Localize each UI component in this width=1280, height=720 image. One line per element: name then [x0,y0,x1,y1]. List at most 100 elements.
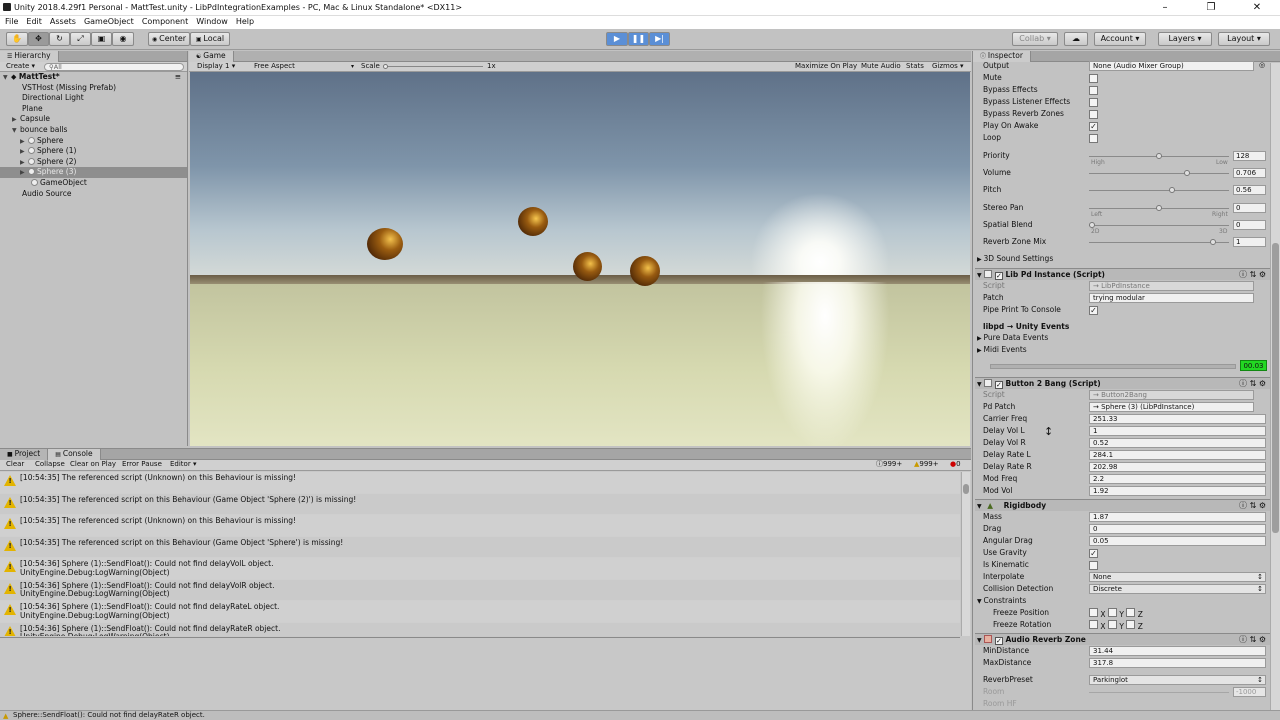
loop-checkbox[interactable] [1089,134,1098,143]
hierarchy-item[interactable]: Directional Light [0,93,187,104]
hierarchy-search-input[interactable]: ⚲All [44,63,184,71]
freeze-rotation-axes[interactable]: X Y Z [1089,620,1143,632]
script-field[interactable]: → LibPdInstance [1089,281,1254,291]
hierarchy-item[interactable]: GameObject [0,178,187,189]
minimize-icon[interactable]: – [1142,0,1188,16]
sphere-ball[interactable] [367,228,403,260]
rotate-tool-icon[interactable]: ↻ [49,32,70,46]
stereo-pan-slider[interactable] [1089,205,1229,211]
collab-button[interactable]: Collab ▾ [1012,32,1058,46]
layers-button[interactable]: Layers ▾ [1158,32,1212,46]
delay-vol-r-field[interactable]: 0.52 [1089,438,1266,448]
tab-hierarchy[interactable]: ☰ Hierarchy [0,51,59,62]
priority-slider-knob[interactable] [1156,153,1162,159]
spatial-blend-slider[interactable] [1089,222,1229,228]
scale-tool-icon[interactable]: ⤢ [70,32,91,46]
hierarchy-item[interactable]: ▶ Sphere (2) [0,157,187,168]
console-row[interactable]: [10:54:36] Sphere (1)::SendFloat(): Coul… [0,558,960,580]
error-count[interactable]: ●0 [950,460,961,469]
button2bang-enabled-checkbox[interactable]: ✓ [994,381,1003,389]
console-row[interactable]: [10:54:36] Sphere (1)::SendFloat(): Coul… [0,601,960,623]
account-button[interactable]: Account ▾ [1094,32,1146,46]
console-divider[interactable] [0,637,960,638]
max-distance-field[interactable]: 317.8 [1089,658,1266,668]
console-row[interactable]: [10:54:35] The referenced script on this… [0,536,960,558]
pure-data-events-foldout[interactable]: ▶ Pure Data Events [977,333,1048,344]
volume-slider[interactable] [1089,170,1229,176]
menu-gameobject[interactable]: GameObject [84,16,134,28]
menu-file[interactable]: File [5,16,18,28]
scene-menu-icon[interactable]: ≡ [175,72,181,83]
drag-field[interactable]: 0 [1089,524,1266,534]
priority-value[interactable]: 128 [1233,151,1266,161]
scale-slider[interactable] [383,66,483,67]
volume-slider-knob[interactable] [1183,170,1190,176]
gizmos-dropdown[interactable]: Gizmos ▾ [932,62,964,71]
menu-component[interactable]: Component [142,16,188,28]
hierarchy-item[interactable]: ▶ Sphere [0,136,187,147]
reverb-preset-dropdown[interactable]: Parkinglot ↕ [1089,675,1266,685]
game-view[interactable] [190,72,970,446]
tab-console[interactable]: ▤ Console [48,449,101,460]
play-on-awake-checkbox[interactable]: ✓ [1089,122,1098,131]
hierarchy-item[interactable]: VSTHost (Missing Prefab) [0,83,187,94]
pipe-print-checkbox[interactable]: ✓ [1089,306,1098,315]
libpd-enabled-checkbox[interactable]: ✓ [994,272,1003,280]
hierarchy-item[interactable]: ▶ Capsule [0,114,187,125]
tab-project[interactable]: ■ Project [0,449,49,460]
pivot-center-button[interactable]: ◉ Center [148,32,190,46]
mod-vol-field[interactable]: 1.92 [1089,486,1266,496]
menu-help[interactable]: Help [236,16,254,28]
pd-patch-field[interactable]: → Sphere (3) (LibPdInstance) [1089,402,1254,412]
status-message[interactable]: Sphere::SendFloat(): Could not find dela… [13,711,205,720]
min-distance-field[interactable]: 31.44 [1089,646,1266,656]
stereo-pan-value[interactable]: 0 [1233,203,1266,213]
sphere-ball[interactable] [573,252,602,281]
hierarchy-item[interactable]: Audio Source [0,189,187,200]
hand-tool-icon[interactable]: ✋ [6,32,28,46]
maximize-icon[interactable]: ❐ [1188,0,1234,16]
scale-slider-knob[interactable] [383,64,388,69]
libpd-instance-header[interactable]: ▼ ✓ Lib Pd Instance (Script) ⓘ ⇅ ⚙ [975,268,1270,280]
editor-dropdown[interactable]: Editor ▾ [170,460,196,469]
cloud-icon[interactable]: ☁ [1064,32,1088,46]
priority-slider[interactable] [1089,153,1229,159]
component-menu-icon[interactable]: ⓘ ⇅ ⚙ [1239,269,1266,280]
reverb-mix-slider-knob[interactable] [1209,239,1216,245]
use-gravity-checkbox[interactable]: ✓ [1089,549,1098,558]
reverb-mix-slider[interactable] [1089,239,1229,245]
clear-on-play-button[interactable]: Clear on Play [70,460,116,469]
layout-button[interactable]: Layout ▾ [1218,32,1270,46]
angular-drag-field[interactable]: 0.05 [1089,536,1266,546]
error-pause-button[interactable]: Error Pause [122,460,162,469]
pause-icon[interactable]: ❚❚ [628,32,649,46]
hierarchy-item[interactable]: Plane [0,104,187,115]
component-menu-icon[interactable]: ⓘ ⇅ ⚙ [1239,500,1266,511]
is-kinematic-checkbox[interactable] [1089,561,1098,570]
sphere-ball[interactable] [518,207,548,236]
display-dropdown[interactable]: Display 1 ▾ [197,62,235,71]
delay-rate-l-field[interactable]: 284.1 [1089,450,1266,460]
move-tool-icon[interactable]: ✥ [28,32,49,46]
stereo-pan-slider-knob[interactable] [1156,205,1162,211]
audio-reverb-zone-header[interactable]: ▼ ✓ Audio Reverb Zone ⓘ ⇅ ⚙ [975,633,1270,645]
spatial-blend-value[interactable]: 0 [1233,220,1266,230]
bypass-reverb-checkbox[interactable] [1089,110,1098,119]
hierarchy-item-selected[interactable]: ▶ Sphere (3) [0,167,187,178]
rigidbody-header[interactable]: ▼ ▲ Rigidbody ⓘ ⇅ ⚙ [975,499,1270,511]
console-row[interactable]: [10:54:35] The referenced script (Unknow… [0,515,960,537]
tab-game[interactable]: ☯ Game [189,51,234,62]
create-button[interactable]: Create ▾ [6,62,35,71]
carrier-freq-field[interactable]: 251.33 [1089,414,1266,424]
warning-count[interactable]: ▲999+ [914,460,939,469]
delay-rate-r-field[interactable]: 202.98 [1089,462,1266,472]
sphere-ball[interactable] [630,256,660,286]
mute-audio-toggle[interactable]: Mute Audio [861,62,901,71]
reverb-zone-enabled-checkbox[interactable]: ✓ [994,637,1003,645]
mod-freq-field[interactable]: 2.2 [1089,474,1266,484]
volume-value[interactable]: 0.706 [1233,168,1266,178]
collapse-button[interactable]: Collapse [35,460,65,469]
clear-button[interactable]: Clear [6,460,24,469]
freeze-position-axes[interactable]: X Y Z [1089,608,1143,620]
bypass-listener-checkbox[interactable] [1089,98,1098,107]
